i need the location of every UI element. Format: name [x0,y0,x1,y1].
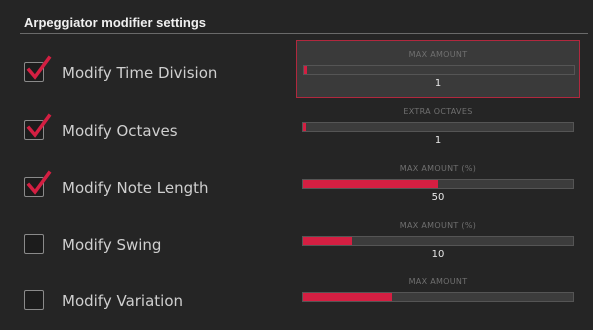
amount-value: 1 [434,78,442,89]
control-modify-octaves[interactable]: EXTRA OCTAVES 1 [296,98,580,156]
control-title: MAX AMOUNT (%) [399,164,477,173]
label-modify-swing: Modify Swing [62,236,162,254]
amount-slider[interactable] [303,65,575,75]
amount-slider[interactable] [302,236,574,246]
control-title: MAX AMOUNT (%) [399,221,477,230]
row-modify-note-length: Modify Note Length MAX AMOUNT (%) 50 [0,161,593,217]
control-modify-note-length[interactable]: MAX AMOUNT (%) 50 [296,155,580,213]
label-modify-time-division: Modify Time Division [62,64,218,82]
control-modify-time-division[interactable]: MAX AMOUNT 1 [296,40,580,98]
row-modify-variation: Modify Variation MAX AMOUNT [0,274,593,330]
amount-value: 1 [434,135,442,146]
checkbox-modify-time-division[interactable] [24,55,52,82]
row-modify-octaves: Modify Octaves EXTRA OCTAVES 1 [0,104,593,160]
slider-fill [303,123,306,131]
checkbox-modify-octaves[interactable] [24,113,52,140]
amount-slider[interactable] [302,122,574,132]
slider-fill [304,66,307,74]
amount-value: 10 [431,249,445,260]
label-modify-variation: Modify Variation [62,292,184,310]
panel-title: Arpeggiator modifier settings [24,15,207,30]
label-modify-octaves: Modify Octaves [62,122,178,140]
checkbox-modify-variation[interactable] [24,290,44,310]
checkbox-modify-note-length[interactable] [24,170,52,197]
row-modify-time-division: Modify Time Division MAX AMOUNT 1 [0,40,593,102]
amount-slider[interactable] [302,292,574,302]
control-title: MAX AMOUNT [408,50,468,59]
slider-fill [303,180,438,188]
checkmark-icon [26,170,52,195]
checkmark-icon [26,113,52,138]
control-modify-swing[interactable]: MAX AMOUNT (%) 10 [296,212,580,270]
slider-fill [303,237,352,245]
control-title: MAX AMOUNT [408,277,468,286]
amount-value: 50 [431,192,445,203]
slider-fill [303,293,393,301]
row-modify-swing: Modify Swing MAX AMOUNT (%) 10 [0,218,593,274]
checkmark-icon [26,55,52,80]
control-title: EXTRA OCTAVES [403,107,473,116]
header-divider [20,33,588,34]
control-modify-variation[interactable]: MAX AMOUNT [296,268,580,326]
label-modify-note-length: Modify Note Length [62,179,209,197]
amount-slider[interactable] [302,179,574,189]
checkbox-modify-swing[interactable] [24,234,44,254]
